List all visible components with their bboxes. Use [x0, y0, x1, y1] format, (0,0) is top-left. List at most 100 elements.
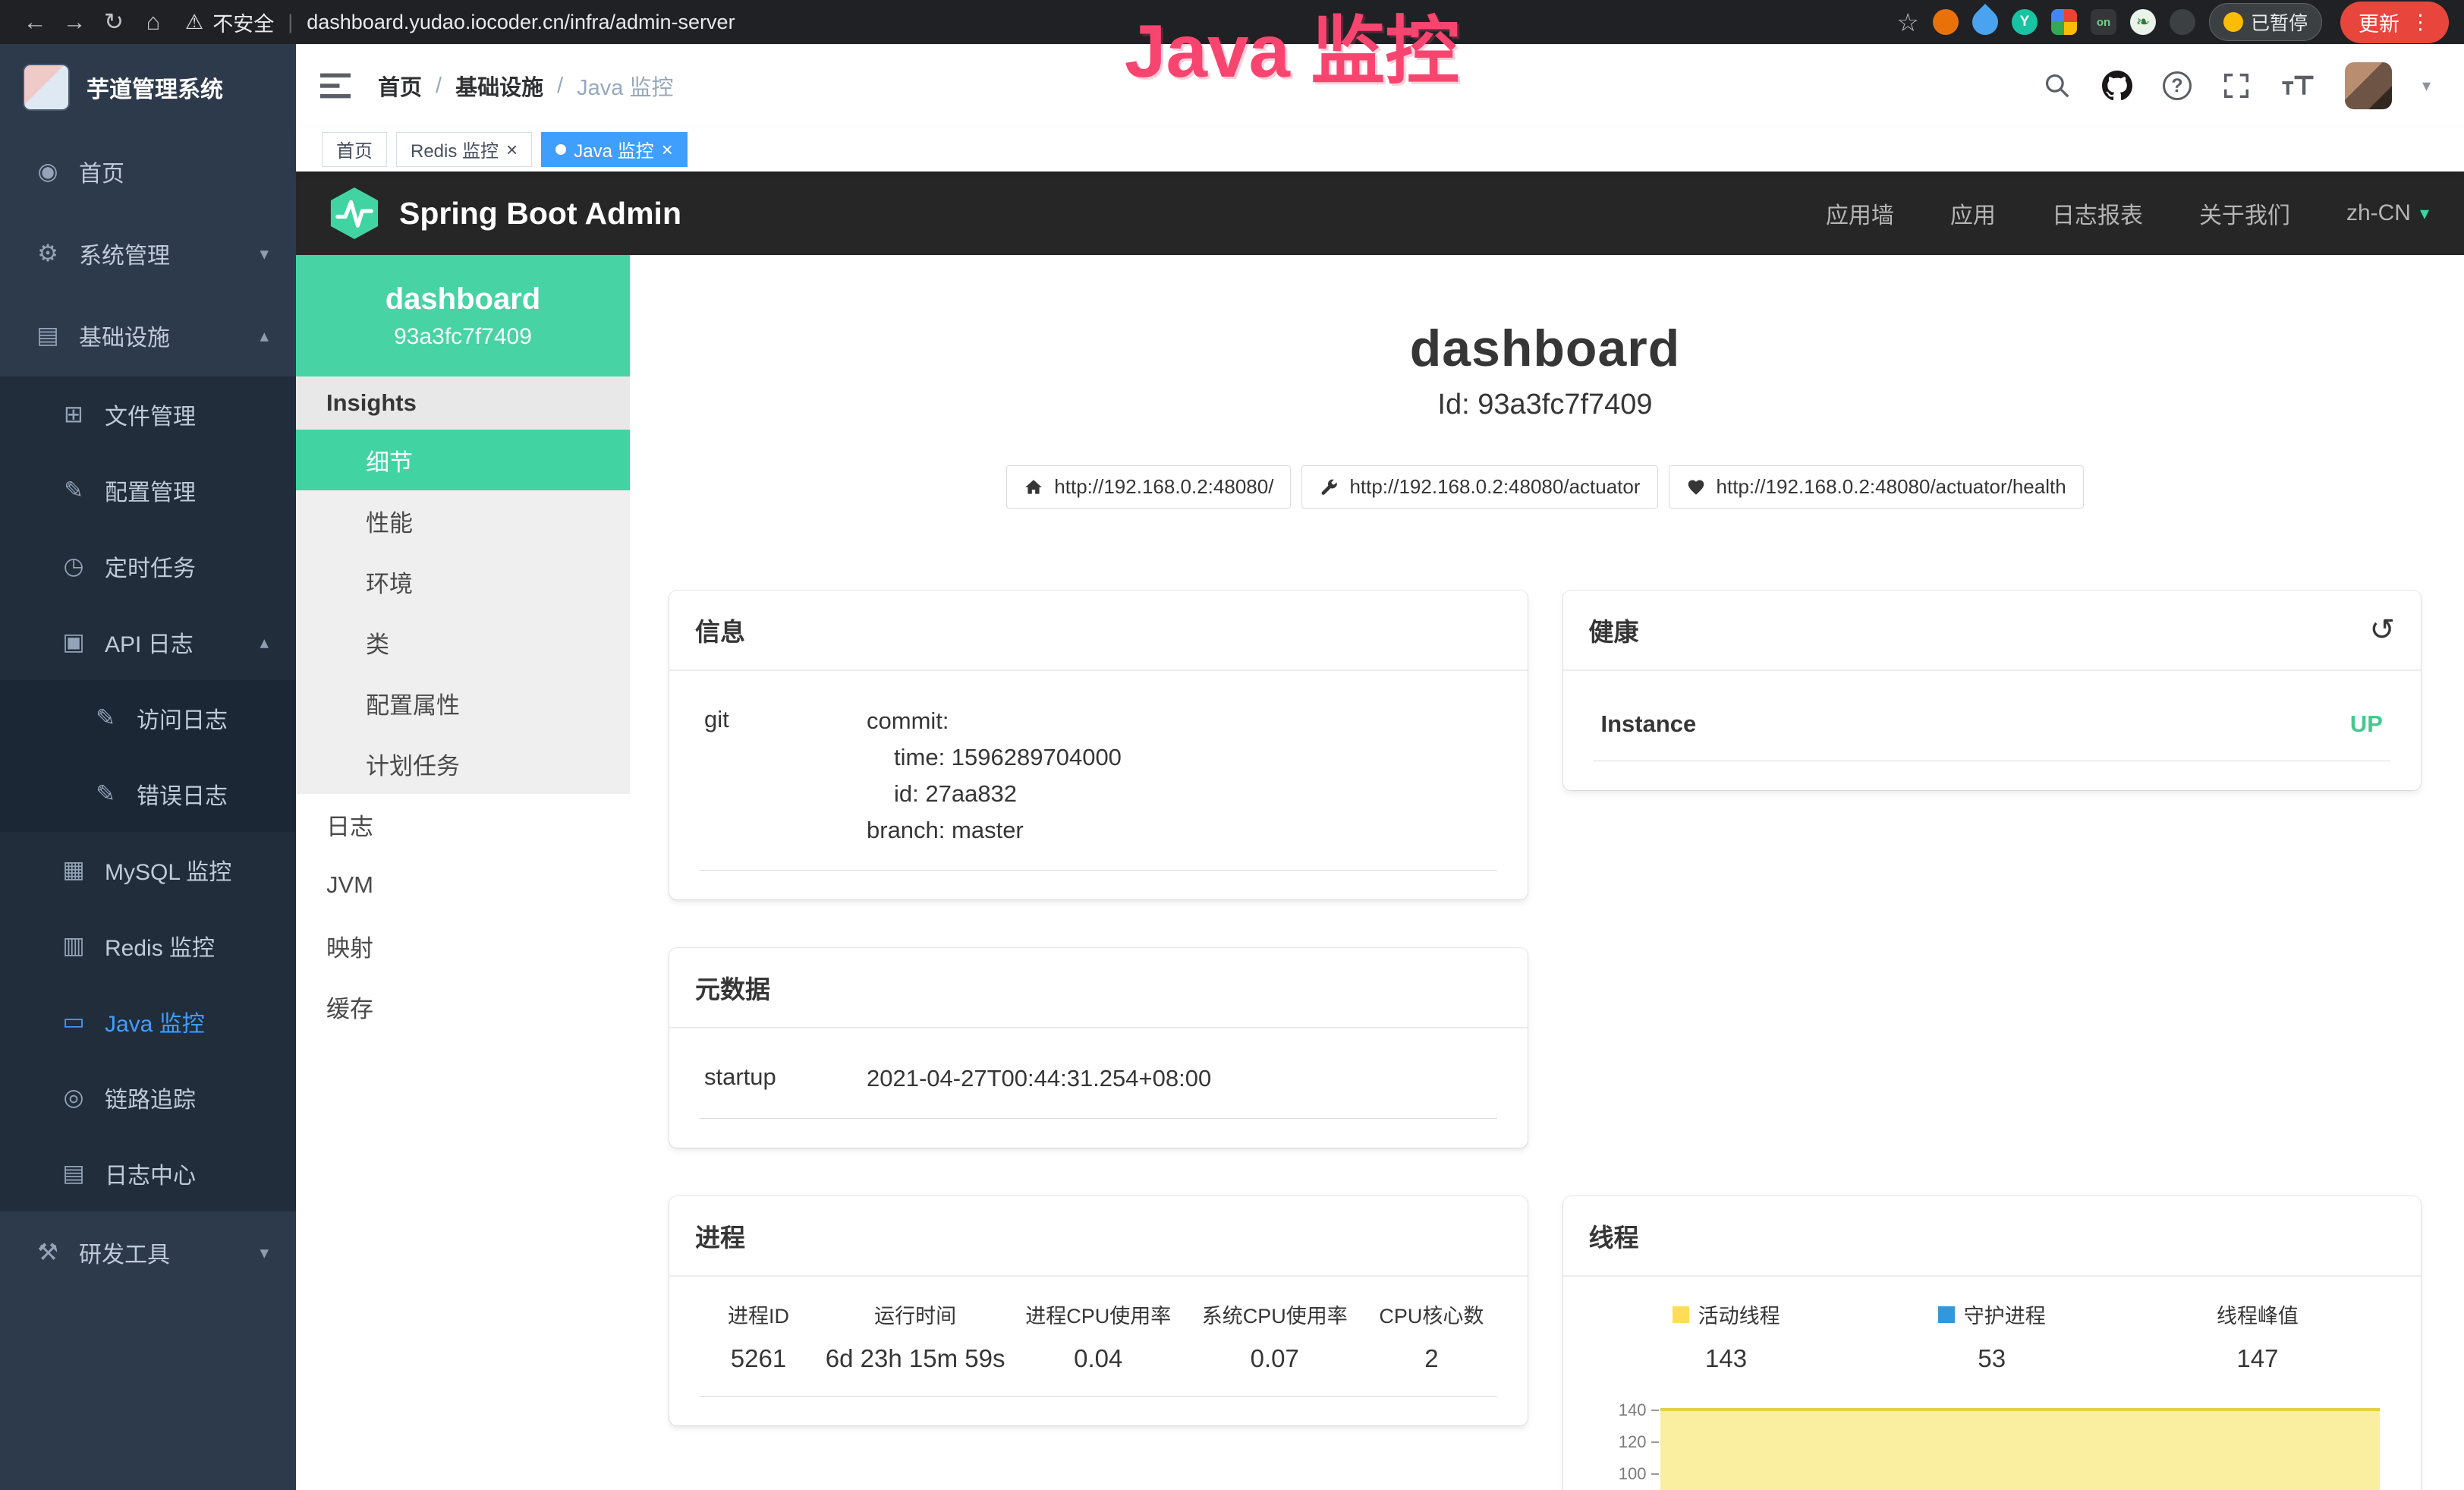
tab-redis-monitor[interactable]: Redis 监控 × — [396, 132, 532, 167]
browser-home-icon[interactable]: ⌂ — [134, 5, 173, 39]
sba-item-config-props[interactable]: 配置属性 — [296, 673, 630, 733]
sidebar-item-label: 定时任务 — [105, 550, 196, 583]
process-cores-value: 2 — [1366, 1344, 1496, 1373]
log-center-icon: ▤ — [59, 1160, 88, 1187]
info-card-body: git commit: time: 1596289704000 id: 27aa… — [669, 671, 1528, 899]
extension-grid-icon[interactable] — [2051, 9, 2077, 35]
dashboard-icon: ◉ — [33, 158, 62, 185]
health-instance-label: Instance — [1601, 710, 1697, 738]
security-label[interactable]: 不安全 — [212, 8, 274, 37]
url-text[interactable]: dashboard.yudao.iocoder.cn/infra/admin-s… — [307, 11, 735, 34]
sidebar-item-api-logs[interactable]: ▣ API 日志 ▴ — [0, 604, 296, 680]
sidebar-item-mysql-monitor[interactable]: ▦ MySQL 监控 — [0, 832, 296, 908]
legend-peak-threads: 线程峰值 — [2125, 1299, 2390, 1329]
sidebar-item-scheduled-tasks[interactable]: ◷ 定时任务 — [0, 528, 296, 604]
sidebar-item-label: 研发工具 — [79, 1236, 170, 1269]
info-card-header: 信息 — [669, 591, 1528, 671]
extension-on-badge-icon[interactable]: on — [2091, 9, 2116, 35]
breadcrumb: 首页 / 基础设施 / Java 监控 — [378, 70, 673, 102]
sba-item-classes[interactable]: 类 — [296, 612, 630, 673]
git-commit-line: commit: — [867, 703, 1493, 739]
sidebar-item-error-logs[interactable]: ✎ 错误日志 — [0, 756, 296, 832]
sidebar-item-trace[interactable]: ◎ 链路追踪 — [0, 1060, 296, 1136]
extension-leaf-icon[interactable]: ❧ — [2130, 9, 2156, 35]
update-button[interactable]: 更新 ⋮ — [2340, 2, 2449, 43]
locale-dropdown[interactable]: zh-CN ▾ — [2346, 200, 2429, 226]
edit-icon: ✎ — [59, 477, 88, 504]
help-icon[interactable]: ? — [2163, 71, 2192, 100]
breadcrumb-separator: / — [557, 74, 563, 99]
chevron-down-icon: ▾ — [2420, 203, 2429, 225]
extension-drop-icon[interactable] — [1967, 4, 2003, 40]
sba-item-performance[interactable]: 性能 — [296, 490, 630, 551]
extension-puppeteer-icon[interactable] — [2170, 9, 2195, 35]
user-avatar[interactable] — [2345, 62, 2392, 109]
tab-home[interactable]: 首页 — [322, 132, 387, 167]
search-icon[interactable] — [2043, 71, 2072, 100]
tab-java-monitor[interactable]: Java 监控 × — [541, 132, 688, 167]
sidebar-item-log-center[interactable]: ▤ 日志中心 — [0, 1136, 296, 1211]
sidebar-item-redis-monitor[interactable]: ▥ Redis 监控 — [0, 908, 296, 984]
sba-nav-about[interactable]: 关于我们 — [2199, 197, 2290, 230]
sba-nav-applications[interactable]: 应用 — [1950, 197, 1996, 230]
font-size-icon[interactable] — [2281, 72, 2315, 99]
sidebar-item-file-management[interactable]: ⊞ 文件管理 — [0, 376, 296, 452]
sidebar-item-home[interactable]: ◉ 首页 — [0, 131, 296, 213]
clock-icon: ◷ — [59, 553, 88, 580]
sidebar-item-infrastructure[interactable]: ▤ 基础设施 ▴ — [0, 295, 296, 376]
app-logo-row[interactable]: 芋道管理系统 — [0, 44, 296, 131]
sba-item-details[interactable]: 细节 — [296, 430, 630, 490]
sba-item-environment[interactable]: 环境 — [296, 551, 630, 612]
instance-links: http://192.168.0.2:48080/ http://192.168… — [669, 465, 2421, 509]
ytick-label: 100 — [1619, 1464, 1647, 1484]
bookmark-star-icon[interactable]: ☆ — [1896, 8, 1919, 37]
service-url-chip[interactable]: http://192.168.0.2:48080/ — [1006, 465, 1291, 509]
sba-instance-header[interactable]: dashboard 93a3fc7f7409 — [296, 255, 630, 376]
sidebar-item-access-logs[interactable]: ✎ 访问日志 — [0, 680, 296, 756]
actuator-url-chip[interactable]: http://192.168.0.2:48080/actuator — [1301, 465, 1657, 509]
sidebar-item-label: 基础设施 — [79, 319, 170, 352]
sidebar-item-dev-tools[interactable]: ⚒ 研发工具 ▾ — [0, 1211, 296, 1293]
history-icon[interactable]: ↺ — [2369, 615, 2395, 645]
infrastructure-submenu: ⊞ 文件管理 ✎ 配置管理 ◷ 定时任务 ▣ API 日志 ▴ ✎ — [0, 376, 296, 1211]
close-icon[interactable]: × — [662, 140, 673, 159]
avatar-caret-icon[interactable]: ▾ — [2422, 76, 2431, 96]
card-title: 元数据 — [695, 969, 770, 1006]
sidebar-item-config-management[interactable]: ✎ 配置管理 — [0, 452, 296, 528]
sba-item-logs[interactable]: 日志 — [296, 794, 630, 855]
sba-item-mappings[interactable]: 映射 — [296, 915, 630, 976]
breadcrumb-section[interactable]: 基础设施 — [455, 70, 543, 102]
address-bar[interactable]: ⚠ 不安全 | dashboard.yudao.iocoder.cn/infra… — [185, 8, 735, 37]
sba-group-insights[interactable]: Insights — [296, 376, 630, 430]
github-icon[interactable] — [2102, 71, 2132, 101]
paused-chip[interactable]: 已暂停 — [2209, 3, 2322, 41]
sba-nav-journal[interactable]: 日志报表 — [2052, 197, 2143, 230]
close-icon[interactable]: × — [506, 140, 518, 159]
browser-back-icon[interactable]: ← — [15, 5, 55, 39]
extension-fox-icon[interactable] — [1933, 9, 1959, 35]
actuator-url: http://192.168.0.2:48080/actuator — [1349, 475, 1640, 499]
breadcrumb-home[interactable]: 首页 — [378, 70, 422, 102]
browser-reload-icon[interactable]: ↻ — [94, 5, 134, 39]
extension-y-icon[interactable]: Y — [2012, 9, 2038, 35]
process-sys-cpu-value: 0.07 — [1183, 1344, 1366, 1373]
sidebar-item-java-monitor[interactable]: ▭ Java 监控 — [0, 984, 296, 1060]
fullscreen-icon[interactable] — [2222, 71, 2251, 100]
heart-icon — [1686, 477, 1706, 497]
sba-item-jvm[interactable]: JVM — [296, 855, 630, 915]
spring-boot-admin-logo[interactable] — [326, 185, 382, 241]
health-status-badge: UP — [2350, 710, 2383, 738]
health-url-chip[interactable]: http://192.168.0.2:48080/actuator/health — [1669, 465, 2084, 509]
browser-forward-icon[interactable]: → — [55, 5, 94, 39]
sba-item-caches[interactable]: 缓存 — [296, 976, 630, 1037]
kebab-menu-icon[interactable]: ⋮ — [2410, 11, 2431, 34]
sba-nav-wallboard[interactable]: 应用墙 — [1826, 197, 1894, 230]
update-label: 更新 — [2359, 8, 2399, 37]
peak-threads-value: 147 — [2125, 1344, 2390, 1373]
sba-brand-title[interactable]: Spring Boot Admin — [399, 196, 681, 232]
health-card-body: Instance UP — [1563, 671, 2422, 790]
hamburger-icon[interactable] — [319, 71, 352, 101]
sidebar-item-system-management[interactable]: ⚙ 系统管理 ▾ — [0, 213, 296, 295]
sba-item-scheduled-tasks[interactable]: 计划任务 — [296, 733, 630, 794]
card-title: 进程 — [695, 1218, 745, 1254]
